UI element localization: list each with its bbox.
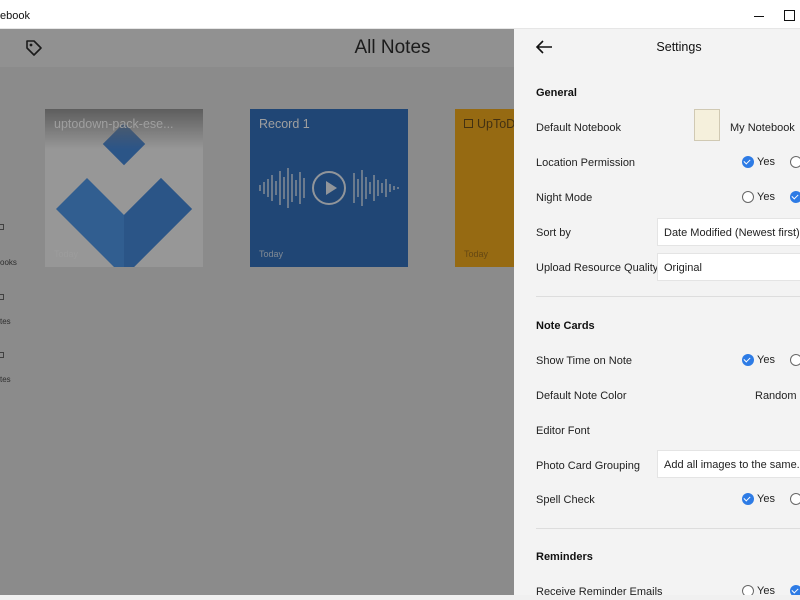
default-color-value[interactable]: Random	[755, 390, 797, 402]
show-time-yes-label: Yes	[757, 354, 775, 366]
night-mode-no-radio[interactable]	[790, 191, 800, 203]
notebook-thumbnail[interactable]	[694, 109, 720, 141]
night-mode-yes-radio[interactable]	[742, 191, 754, 203]
section-divider	[536, 296, 800, 297]
photo-grouping-value: Add all images to the same...	[664, 459, 800, 471]
upload-quality-select[interactable]: Original	[657, 253, 800, 281]
settings-title: Settings	[656, 40, 702, 54]
maximize-button[interactable]	[773, 4, 800, 26]
settings-panel: Settings General Default Notebook My Not…	[514, 29, 800, 595]
location-yes-label: Yes	[757, 156, 775, 168]
reminder-emails-yes-radio[interactable]	[742, 585, 754, 595]
spell-check-yes-radio[interactable]	[742, 493, 754, 505]
horizontal-scrollbar[interactable]	[0, 595, 800, 600]
notes-area: All Notes ooks tes tes uptodown-pack-ese…	[0, 29, 514, 595]
sort-by-label: Sort by	[536, 227, 571, 239]
default-notebook-label: Default Notebook	[536, 122, 621, 134]
section-reminders: Reminders	[536, 551, 593, 563]
sort-by-select[interactable]: Date Modified (Newest first)	[657, 218, 800, 246]
window-title: ebook	[0, 10, 30, 22]
section-note-cards: Note Cards	[536, 320, 595, 332]
sort-by-value: Date Modified (Newest first)	[664, 227, 800, 239]
upload-quality-value: Original	[664, 262, 702, 274]
title-bar: ebook	[0, 0, 800, 29]
section-divider	[536, 528, 800, 529]
spell-check-yes-label: Yes	[757, 493, 775, 505]
night-mode-label: Night Mode	[536, 192, 593, 204]
spell-check-no-radio[interactable]	[790, 493, 800, 505]
spell-check-label: Spell Check	[536, 494, 595, 506]
section-general: General	[536, 87, 577, 99]
location-yes-radio[interactable]	[742, 156, 754, 168]
reminder-emails-no-radio[interactable]	[790, 585, 800, 595]
reminder-emails-yes-label: Yes	[757, 585, 775, 595]
default-color-label: Default Note Color	[536, 390, 627, 402]
modal-overlay[interactable]	[0, 29, 514, 595]
location-no-radio[interactable]	[790, 156, 800, 168]
show-time-label: Show Time on Note	[536, 355, 632, 367]
night-mode-yes-label: Yes	[757, 191, 775, 203]
reminder-emails-label: Receive Reminder Emails	[536, 586, 663, 595]
upload-quality-label: Upload Resource Quality	[536, 262, 659, 274]
editor-font-label: Editor Font	[536, 425, 590, 437]
location-permission-label: Location Permission	[536, 157, 636, 169]
minimize-button[interactable]	[744, 4, 774, 26]
default-notebook-value[interactable]: My Notebook	[730, 122, 795, 134]
back-arrow-icon[interactable]	[534, 39, 554, 55]
show-time-no-radio[interactable]	[790, 354, 800, 366]
photo-grouping-label: Photo Card Grouping	[536, 460, 640, 472]
photo-grouping-select[interactable]: Add all images to the same...	[657, 450, 800, 478]
show-time-yes-radio[interactable]	[742, 354, 754, 366]
